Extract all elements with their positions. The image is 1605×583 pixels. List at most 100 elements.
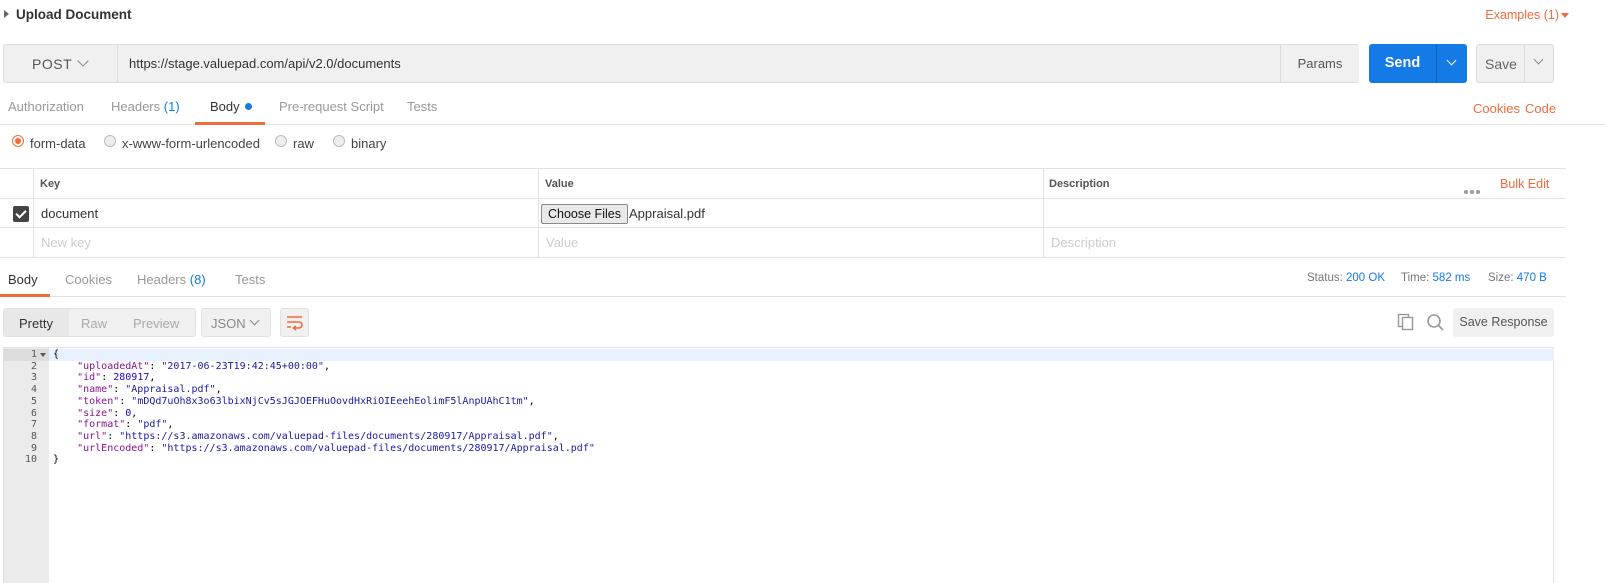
json-key: "format" bbox=[77, 419, 126, 431]
line-number: 1 bbox=[30, 349, 37, 360]
code-line: "token": "mDQd7uOh8x3o63lbixNjCv5sJGJOEF… bbox=[53, 396, 535, 408]
column-header-key: Key bbox=[40, 178, 61, 190]
request-title[interactable]: Upload Document bbox=[16, 7, 132, 22]
tab-headers[interactable]: Headers (1) bbox=[111, 99, 180, 114]
format-select[interactable]: JSON bbox=[201, 308, 271, 337]
params-button[interactable]: Params bbox=[1280, 45, 1359, 82]
copy-icon[interactable] bbox=[1397, 313, 1415, 331]
status-label: Status: bbox=[1307, 272, 1343, 284]
chevron-down-icon bbox=[77, 55, 89, 67]
examples-dropdown[interactable]: Examples (1) bbox=[1485, 8, 1559, 22]
line-number: 3 bbox=[30, 372, 37, 384]
search-icon[interactable] bbox=[1426, 313, 1444, 331]
format-label: JSON bbox=[211, 316, 246, 331]
view-pretty[interactable]: Pretty bbox=[19, 316, 53, 331]
save-label[interactable]: Save bbox=[1485, 56, 1517, 72]
tab-tests[interactable]: Tests bbox=[407, 99, 437, 114]
response-tab-body[interactable]: Body bbox=[8, 272, 38, 287]
response-body-editor[interactable]: 1 2 3 4 5 6 7 8 9 10 { "uploadedAt": "2017-06-23T… bbox=[3, 347, 1554, 583]
fold-toggle-icon[interactable] bbox=[40, 353, 46, 357]
json-key: "urlEncoded" bbox=[77, 442, 150, 454]
json-comma: , bbox=[131, 407, 138, 419]
wrap-lines-button[interactable] bbox=[280, 308, 309, 337]
json-brace: } bbox=[53, 454, 60, 466]
radio-raw[interactable] bbox=[275, 135, 287, 147]
json-colon: : bbox=[107, 430, 120, 442]
cookies-link[interactable]: Cookies bbox=[1473, 101, 1520, 116]
column-header-value: Value bbox=[545, 178, 574, 190]
view-preview[interactable]: Preview bbox=[133, 316, 179, 331]
response-tab-cookies[interactable]: Cookies bbox=[65, 272, 112, 287]
url-input[interactable] bbox=[119, 45, 1279, 82]
caret-right-icon[interactable] bbox=[4, 10, 9, 18]
json-colon: : bbox=[125, 419, 138, 431]
column-header-description: Description bbox=[1049, 178, 1110, 190]
more-options-icon[interactable] bbox=[1464, 182, 1482, 197]
radio-form-data-label[interactable]: form-data bbox=[30, 136, 86, 151]
json-colon: : bbox=[119, 395, 132, 407]
time-readout: Time: 582 ms bbox=[1401, 272, 1470, 284]
json-brace: { bbox=[53, 349, 60, 360]
json-comma: , bbox=[323, 360, 330, 372]
chevron-down-icon bbox=[1533, 54, 1544, 65]
table-row: document Choose Files Appraisal.pdf bbox=[0, 199, 1566, 228]
json-value: "https://s3.amazonaws.com/valuepad-files… bbox=[119, 430, 553, 442]
view-raw[interactable]: Raw bbox=[81, 316, 107, 331]
code-link[interactable]: Code bbox=[1525, 101, 1556, 116]
json-colon: : bbox=[101, 372, 114, 384]
wrap-lines-icon bbox=[287, 316, 303, 331]
send-label[interactable]: Send bbox=[1369, 44, 1436, 83]
file-name: Appraisal.pdf bbox=[629, 206, 705, 221]
json-comma: , bbox=[215, 384, 222, 396]
new-description-input[interactable]: Description bbox=[1051, 235, 1116, 250]
time-label: Time: bbox=[1401, 272, 1430, 284]
code-line: "name": "Appraisal.pdf", bbox=[53, 384, 222, 396]
tab-prerequest-script[interactable]: Pre-request Script bbox=[279, 99, 384, 114]
code-line: "url": "https://s3.amazonaws.com/valuepa… bbox=[53, 431, 559, 443]
radio-binary-label[interactable]: binary bbox=[351, 136, 386, 151]
send-dropdown[interactable] bbox=[1436, 44, 1467, 83]
row-enabled-checkbox[interactable] bbox=[13, 206, 29, 222]
size-value: 470 B bbox=[1516, 272, 1547, 284]
json-comma: , bbox=[552, 430, 559, 442]
tab-body-label: Body bbox=[210, 99, 240, 114]
code-line: "size": 0, bbox=[53, 408, 137, 420]
json-key: "token" bbox=[77, 395, 120, 407]
choose-files-button[interactable]: Choose Files bbox=[541, 204, 628, 224]
radio-urlencoded[interactable] bbox=[104, 135, 116, 147]
json-key: "size" bbox=[77, 407, 114, 419]
json-comma: , bbox=[149, 372, 156, 384]
caret-down-icon[interactable] bbox=[1561, 13, 1569, 18]
tab-authorization[interactable]: Authorization bbox=[8, 99, 84, 114]
save-dropdown[interactable] bbox=[1524, 45, 1554, 82]
new-value-input[interactable]: Value bbox=[546, 235, 578, 250]
save-button[interactable]: Save bbox=[1476, 44, 1554, 83]
new-key-input[interactable]: New key bbox=[41, 235, 91, 250]
radio-urlencoded-label[interactable]: x-www-form-urlencoded bbox=[122, 136, 260, 151]
radio-form-data[interactable] bbox=[12, 135, 24, 147]
chevron-down-icon bbox=[1446, 55, 1457, 66]
tab-body[interactable]: Body bbox=[210, 99, 252, 114]
line-number: 8 bbox=[30, 430, 37, 442]
request-tabs: Authorization Headers (1) Body Pre-reque… bbox=[0, 92, 1605, 125]
code-line: "id": 280917, bbox=[53, 372, 155, 384]
line-number: 10 bbox=[24, 454, 37, 466]
save-response-button[interactable]: Save Response bbox=[1453, 308, 1554, 337]
active-tab-indicator bbox=[0, 294, 50, 297]
bulk-edit-link[interactable]: Bulk Edit bbox=[1500, 177, 1549, 191]
line-number: 5 bbox=[30, 395, 37, 407]
response-tab-tests[interactable]: Tests bbox=[235, 272, 265, 287]
method-select[interactable]: POST bbox=[4, 45, 118, 82]
radio-binary[interactable] bbox=[333, 135, 345, 147]
radio-raw-label[interactable]: raw bbox=[293, 136, 314, 151]
code-line: } bbox=[53, 454, 59, 466]
request-title-row: Upload Document Examples (1) bbox=[0, 0, 1605, 30]
key-cell[interactable]: document bbox=[41, 206, 98, 221]
send-button[interactable]: Send bbox=[1369, 44, 1467, 83]
response-tab-headers[interactable]: Headers (8) bbox=[137, 272, 206, 287]
line-number: 2 bbox=[30, 360, 37, 372]
